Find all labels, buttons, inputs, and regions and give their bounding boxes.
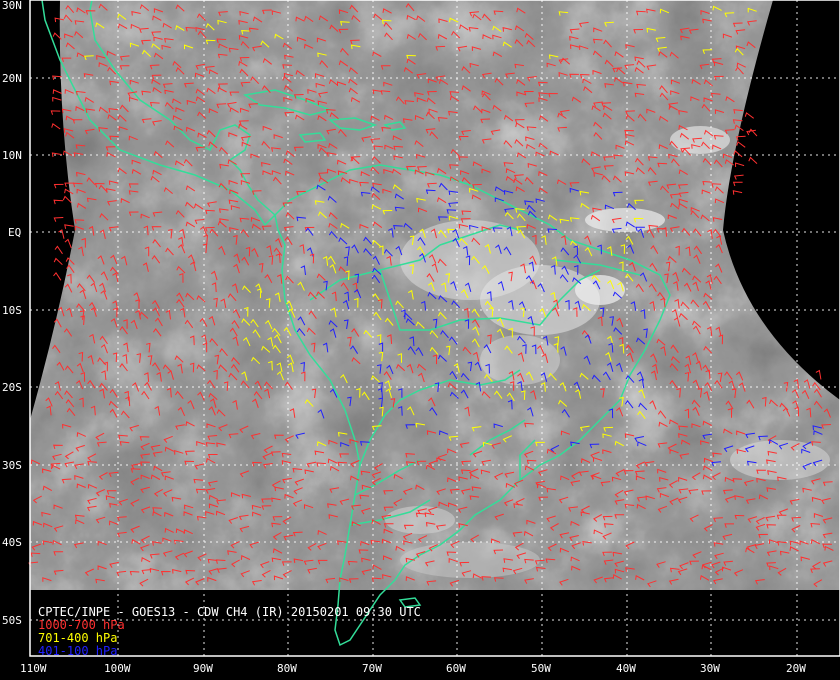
lon-label: 90W <box>193 662 213 675</box>
lat-label: 30N <box>2 0 22 12</box>
lon-label: 60W <box>446 662 466 675</box>
lat-label: 10N <box>2 149 22 162</box>
lon-label: 110W <box>20 662 47 675</box>
lat-label: 20N <box>2 72 22 85</box>
lon-label: 30W <box>700 662 720 675</box>
satellite-wind-map: 30N 20N 10N EQ 10S 20S 30S 40S 50S 110W … <box>0 0 840 680</box>
lon-label: 100W <box>104 662 131 675</box>
lon-label: 50W <box>531 662 551 675</box>
lon-label: 70W <box>362 662 382 675</box>
legend-high-level: 401-100 hPa <box>38 644 117 658</box>
lon-label: 20W <box>786 662 806 675</box>
lat-label: 30S <box>2 459 22 472</box>
lat-label: 20S <box>2 381 22 394</box>
lat-label: 40S <box>2 536 22 549</box>
map-caption: CPTEC/INPE - GOES13 - CDW CH4 (IR) 20150… <box>38 605 421 619</box>
lat-label: 10S <box>2 304 22 317</box>
lat-label: EQ <box>8 226 21 239</box>
lon-label: 40W <box>616 662 636 675</box>
lat-label: 50S <box>2 614 22 627</box>
lon-label: 80W <box>277 662 297 675</box>
legend-mid-level: 701-400 hPa <box>38 631 117 645</box>
legend-low-level: 1000-700 hPa <box>38 618 125 632</box>
